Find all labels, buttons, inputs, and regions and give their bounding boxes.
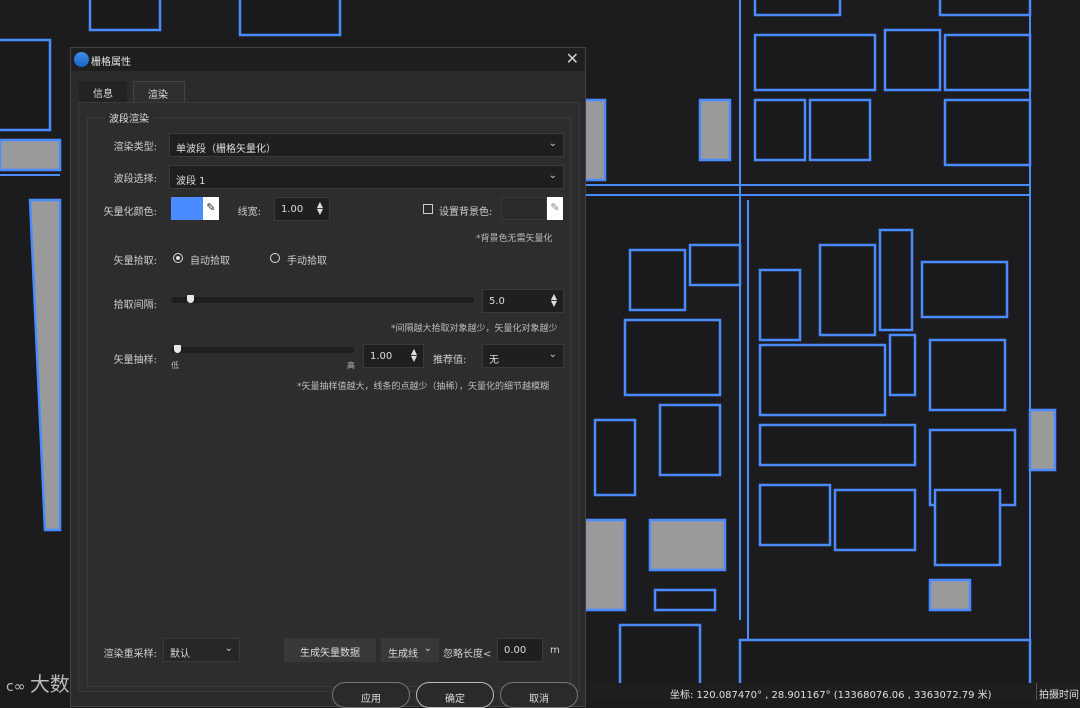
chevron-down-icon: ⌄ [423,643,432,654]
dialog-titlebar[interactable]: 栅格属性 ✕ [71,48,585,71]
close-icon[interactable]: ✕ [566,49,579,68]
background-color-swatch[interactable] [501,197,547,220]
spin-arrows-icon[interactable]: ▲ ▼ [411,348,417,363]
manual-pick-radio[interactable] [270,253,280,263]
resample-select[interactable]: 默认 ⌄ [163,638,240,662]
raster-properties-dialog: 栅格属性 ✕ 信息 渲染 波段渲染 渲染类型: 单波段（栅格矢量化） ⌄ 波段选择… [70,47,586,708]
line-width-value: 1.00 [281,204,304,215]
apply-button[interactable]: 应用 [332,682,410,708]
auto-pick-radio[interactable] [173,253,183,263]
recommend-value: 无 [489,355,499,366]
coordinates-readout: 坐标: 120.087470° , 28.901167° (13368076.0… [670,690,992,701]
generate-type-value: 生成线 [388,649,418,660]
generate-vector-button[interactable]: 生成矢量数据 [284,638,376,662]
render-type-label: 渲染类型: [113,142,157,153]
chevron-down-icon: ⌄ [548,349,557,360]
eyedropper-icon[interactable]: ✎ [203,197,219,220]
manual-pick-label: 手动拾取 [287,256,327,267]
background-color-note: *背景色无需矢量化 [476,234,553,244]
ignore-length-unit: m [550,645,560,656]
app-logo-icon [74,52,89,67]
spin-arrows-icon[interactable]: ▲ ▼ [551,293,557,308]
vector-sampling-spinbox[interactable]: 1.00 ▲ ▼ [363,344,424,368]
spin-arrows-icon[interactable]: ▲ ▼ [317,201,323,216]
recommend-label: 推荐值: [433,355,467,366]
pick-interval-spinbox[interactable]: 5.0 ▲ ▼ [482,289,564,313]
vector-sampling-slider[interactable] [171,347,354,353]
recommend-select[interactable]: 无 ⌄ [482,344,564,368]
pick-interval-slider-thumb[interactable] [187,295,194,303]
pick-interval-slider[interactable] [171,297,474,303]
vector-color-label: 矢量化颜色: [103,207,157,218]
render-type-value: 单波段（栅格矢量化） [176,144,276,155]
dialog-title: 栅格属性 [91,57,131,68]
resample-label: 渲染重采样: [103,649,157,660]
status-bar: 坐标: 120.087470° , 28.901167° (13368076.0… [586,683,1080,701]
vector-pick-label: 矢量拾取: [113,256,157,267]
render-panel [78,102,580,692]
background-color-label: 设置背景色: [439,207,493,218]
chevron-down-icon: ⌄ [224,643,233,654]
generate-type-select[interactable]: 生成线 ⌄ [381,638,439,662]
line-width-label: 线宽: [237,207,261,218]
cancel-button[interactable]: 取消 [500,682,578,708]
band-select-value: 波段 1 [176,176,206,187]
band-select-label: 波段选择: [113,174,157,185]
resample-value: 默认 [170,649,190,660]
vector-sampling-value: 1.00 [370,351,393,362]
background-color-checkbox[interactable] [423,204,433,214]
ignore-length-label: 忽略长度< [443,649,492,660]
tab-render[interactable]: 渲染 [133,81,185,102]
vector-sampling-label: 矢量抽样: [113,355,157,366]
pick-interval-value: 5.0 [489,296,505,307]
render-type-select[interactable]: 单波段（栅格矢量化） ⌄ [169,133,564,157]
sampling-high-label: 高 [347,361,355,370]
tab-info[interactable]: 信息 [79,81,127,102]
pick-interval-label: 拾取间隔: [113,300,157,311]
vector-sampling-note: *矢量抽样值越大，线条的点越少（抽稀），矢量化的细节越模糊 [297,382,550,392]
band-select[interactable]: 波段 1 ⌄ [169,165,564,189]
vector-sampling-slider-thumb[interactable] [174,345,181,353]
ignore-length-input[interactable]: 0.00 [497,638,543,662]
vector-color-swatch[interactable] [171,197,203,220]
chevron-down-icon: ⌄ [548,138,557,149]
chevron-down-icon: ⌄ [548,170,557,181]
line-width-spinbox[interactable]: 1.00 ▲ ▼ [274,197,330,221]
sampling-low-label: 低 [171,361,179,370]
group-title: 波段渲染 [105,110,153,125]
pick-interval-note: *间隔越大拾取对象越少，矢量化对象越少 [391,324,558,334]
capture-time-label: 拍摄时间 [1039,690,1079,701]
auto-pick-label: 自动拾取 [190,256,230,267]
ok-button[interactable]: 确定 [416,682,494,708]
eyedropper-icon[interactable]: ✎ [547,197,563,220]
watermark-logo-icon: ⅽ∞ [6,679,30,695]
